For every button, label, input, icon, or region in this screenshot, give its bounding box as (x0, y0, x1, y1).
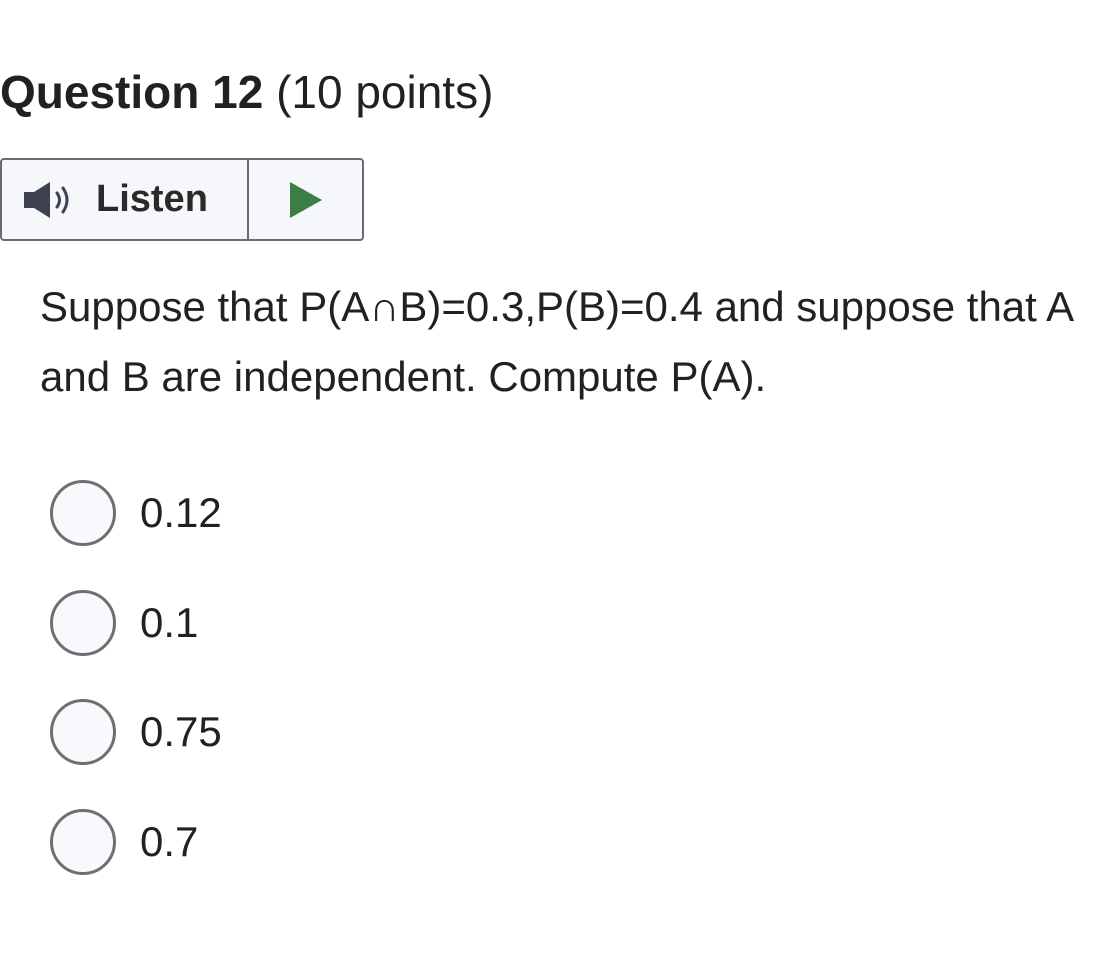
option-label: 0.75 (140, 708, 222, 755)
option-label: 0.1 (140, 598, 199, 646)
question-text: Suppose that P(A∩B)=0.3,P(B)=0.4 and sup… (40, 283, 1072, 400)
answer-option[interactable]: 0.7 (50, 807, 222, 877)
play-icon (289, 181, 322, 218)
option-label: 0.7 (140, 817, 199, 865)
option-label: 0.12 (140, 489, 222, 536)
radio-button[interactable] (50, 808, 116, 875)
listen-button[interactable]: Listen (2, 160, 249, 239)
answer-options: 0.12 0.1 0.75 0.7 (50, 478, 222, 916)
listen-label: Listen (96, 178, 208, 220)
answer-option[interactable]: 0.1 (50, 588, 222, 658)
listen-widget: Listen (0, 158, 364, 241)
speaker-icon (24, 181, 69, 218)
play-button[interactable] (249, 160, 362, 239)
question-points: (10 points) (276, 66, 494, 118)
radio-button[interactable] (50, 699, 116, 765)
question-heading: Question 12 (10 points) (0, 62, 493, 122)
question-number: Question 12 (0, 66, 264, 118)
radio-button[interactable] (50, 480, 116, 546)
answer-option[interactable]: 0.75 (50, 697, 222, 767)
radio-button[interactable] (50, 589, 116, 656)
answer-option[interactable]: 0.12 (50, 478, 222, 548)
